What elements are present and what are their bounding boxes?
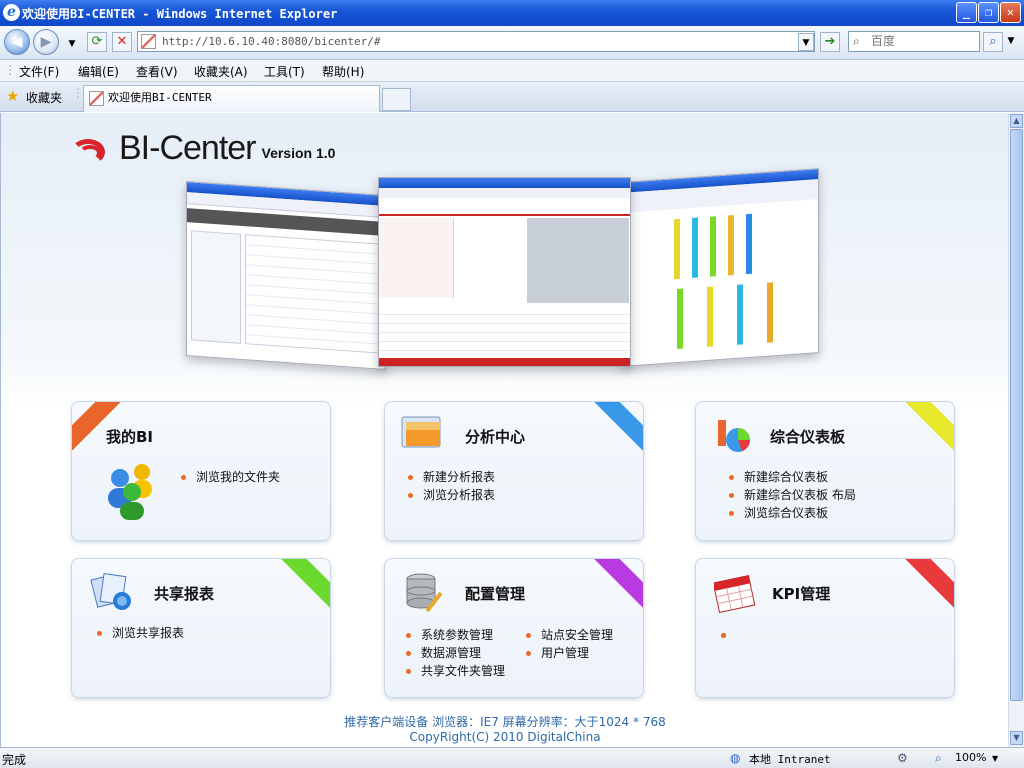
brand-name: BI-Center	[119, 129, 256, 167]
card-shared: 共享报表 浏览共享报表	[71, 558, 331, 698]
scroll-up-icon[interactable]: ▲	[1010, 114, 1023, 128]
link-browse-dashboard[interactable]: 浏览综合仪表板	[724, 504, 856, 522]
intranet-globe-icon: ◍	[730, 751, 741, 765]
link-browse-shared-report[interactable]: 浏览共享报表	[92, 624, 184, 642]
dashboard-pie-chart-icon	[718, 420, 750, 452]
ie-logo-icon: e	[3, 4, 20, 21]
hero-screenshot-right	[621, 168, 819, 367]
new-tab-button[interactable]	[382, 88, 411, 111]
window-title: 欢迎使用BI-CENTER - Windows Internet Explore…	[22, 6, 338, 21]
users-icon	[108, 464, 152, 520]
menu-file[interactable]: 文件(F)	[19, 63, 59, 80]
link-system-params[interactable]: 系统参数管理	[401, 626, 505, 644]
menu-view[interactable]: 查看(V)	[136, 63, 178, 80]
card-kpi: KPI管理	[695, 558, 955, 698]
analysis-window-icon	[401, 416, 441, 448]
scroll-down-icon[interactable]: ▼	[1010, 731, 1023, 745]
search-options-icon[interactable]: ▼	[1004, 32, 1018, 52]
tab-bar: ★ 收藏夹 ⋮ 欢迎使用BI-CENTER	[0, 82, 1024, 112]
brand-header: BI-Center Version 1.0	[71, 123, 335, 167]
card-config: 配置管理 系统参数管理 数据源管理 共享文件夹管理 站点安全管理 用户管理	[384, 558, 644, 698]
page-content: BI-Center Version 1.0 我的BI 浏览我的文件夹 分析中心 …	[0, 113, 1008, 747]
shared-report-icon	[90, 573, 131, 610]
forward-button[interactable]: ▶	[33, 29, 59, 55]
scroll-thumb[interactable]	[1010, 129, 1023, 701]
address-toolbar: ◀ ▶ ▼ ⟳ ✕ http://10.6.10.40:8080/bicente…	[0, 26, 1024, 60]
back-button[interactable]: ◀	[4, 29, 30, 55]
hero-screenshot-left	[186, 181, 386, 370]
search-button[interactable]: ⌕	[983, 32, 1003, 52]
calendar-icon	[714, 574, 756, 613]
link-new-dashboard[interactable]: 新建综合仪表板	[724, 468, 856, 486]
card-title[interactable]: 分析中心	[465, 426, 525, 447]
card-title[interactable]: KPI管理	[772, 583, 830, 604]
card-ribbon	[587, 559, 643, 617]
vertical-scrollbar[interactable]: ▲ ▼	[1008, 113, 1024, 747]
card-ribbon	[274, 559, 330, 617]
refresh-button[interactable]: ⟳	[87, 32, 107, 52]
go-button[interactable]: ➔	[820, 32, 840, 52]
link-browse-my-folder[interactable]: 浏览我的文件夹	[176, 468, 280, 486]
link-site-security[interactable]: 站点安全管理	[521, 626, 613, 644]
card-ribbon	[587, 402, 643, 460]
url-field[interactable]: http://10.6.10.40:8080/bicenter/#	[137, 31, 815, 52]
menu-grip: ⋮	[4, 63, 16, 77]
database-config-icon	[406, 573, 443, 613]
card-ribbon	[898, 559, 954, 617]
url-text: http://10.6.10.40:8080/bicenter/#	[162, 35, 381, 48]
close-button[interactable]: ✕	[1000, 2, 1021, 23]
maximize-button[interactable]: ❐	[978, 2, 999, 23]
tab-bicenter[interactable]: 欢迎使用BI-CENTER	[83, 85, 380, 112]
link-datasource[interactable]: 数据源管理	[401, 644, 505, 662]
zoom-dropdown-icon[interactable]: ▼	[992, 754, 998, 763]
digitalchina-logo-icon	[71, 137, 111, 167]
search-input[interactable]: ⌕ 百度	[848, 31, 980, 52]
status-bar: 完成 ◍ 本地 Intranet ⚙ ⌕ 100% ▼	[0, 747, 1024, 768]
link-shared-folder[interactable]: 共享文件夹管理	[401, 662, 505, 680]
menu-favorites[interactable]: 收藏夹(A)	[194, 63, 248, 80]
footer-copyright: CopyRight(C) 2010 DigitalChina	[409, 730, 601, 744]
footer-recommend: 推荐客户端设备 浏览器：IE7 屏幕分辨率：大于1024 * 768	[344, 715, 666, 729]
zoom-icon: ⌕	[935, 751, 942, 765]
search-placeholder: 百度	[871, 34, 896, 48]
brand-version: Version 1.0	[261, 145, 336, 161]
menu-edit[interactable]: 编辑(E)	[78, 63, 119, 80]
link-browse-analysis-report[interactable]: 浏览分析报表	[403, 486, 495, 504]
page-favicon	[141, 34, 156, 49]
menu-tools[interactable]: 工具(T)	[264, 63, 305, 80]
link-user-management[interactable]: 用户管理	[521, 644, 613, 662]
tab-favicon	[89, 91, 104, 106]
tab-label: 欢迎使用BI-CENTER	[108, 91, 212, 104]
card-title[interactable]: 配置管理	[465, 583, 525, 604]
minimize-button[interactable]: _	[956, 2, 977, 23]
search-engine-icon: ⌕	[853, 34, 860, 48]
menu-help[interactable]: 帮助(H)	[322, 63, 364, 80]
card-mybi: 我的BI 浏览我的文件夹	[71, 401, 331, 541]
card-dashboard: 综合仪表板 新建综合仪表板 新建综合仪表板 布局 浏览综合仪表板	[695, 401, 955, 541]
favorites-star-icon: ★	[6, 87, 20, 105]
link-new-analysis-report[interactable]: 新建分析报表	[403, 468, 495, 486]
protected-mode-icon[interactable]: ⚙	[897, 751, 908, 765]
window-titlebar: e 欢迎使用BI-CENTER - Windows Internet Explo…	[0, 0, 1024, 26]
card-title[interactable]: 综合仪表板	[770, 426, 845, 447]
zoom-level[interactable]: 100%	[955, 751, 986, 764]
stop-button[interactable]: ✕	[112, 32, 132, 52]
history-dropdown-icon[interactable]: ▼	[62, 35, 82, 55]
link-new-dashboard-layout[interactable]: 新建综合仪表板 布局	[724, 486, 856, 504]
security-zone: 本地 Intranet	[749, 753, 831, 766]
status-text: 完成	[2, 753, 27, 767]
menu-bar: ⋮ 文件(F) 编辑(E) 查看(V) 收藏夹(A) 工具(T) 帮助(H)	[0, 60, 1024, 82]
card-title[interactable]: 我的BI	[106, 426, 153, 447]
card-ribbon	[898, 402, 954, 460]
card-title[interactable]: 共享报表	[154, 583, 214, 604]
url-dropdown-icon[interactable]: ▼	[798, 33, 814, 51]
hero-screenshot-center	[378, 177, 631, 367]
card-analysis: 分析中心 新建分析报表 浏览分析报表	[384, 401, 644, 541]
favorites-button[interactable]: 收藏夹	[26, 89, 62, 106]
